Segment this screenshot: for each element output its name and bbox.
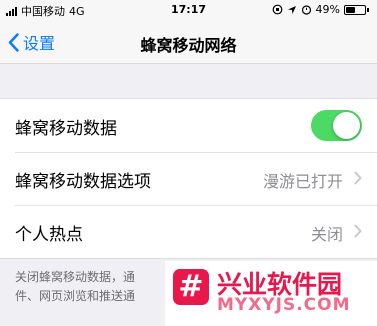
watermark: # 兴业软件园 MYXYJS.COM — [165, 261, 377, 326]
section-footer-text: 关闭蜂窝移动数据，通 件、网页浏览和推送通 — [15, 268, 175, 306]
personal-hotspot-row[interactable]: 个人热点 关闭 — [0, 205, 377, 258]
page-title: 蜂窝移动网络 — [140, 36, 237, 55]
chevron-right-icon — [354, 171, 362, 185]
orientation-lock-icon — [272, 4, 282, 15]
status-bar: 中国移动 4G 17:17 49% — [0, 0, 377, 20]
settings-group: 蜂窝移动数据 蜂窝移动数据选项 漫游已打开 个人热点 关闭 — [0, 98, 377, 259]
cellular-data-row: 蜂窝移动数据 — [0, 99, 377, 152]
toggle-knob — [333, 112, 360, 139]
cellular-options-label: 蜂窝移动数据选项 — [15, 172, 151, 192]
location-icon — [287, 5, 296, 14]
personal-hotspot-value: 关闭 — [310, 225, 343, 244]
navigation-bar: 设置 蜂窝移动网络 — [0, 20, 377, 64]
chevron-right-icon — [354, 224, 362, 238]
battery-percent: 49% — [315, 3, 340, 16]
footer-line-1: 关闭蜂窝移动数据，通 — [15, 270, 136, 284]
cellular-data-toggle[interactable] — [311, 110, 362, 141]
battery-icon — [344, 4, 366, 15]
footer-line-2: 件、网页浏览和推送通 — [15, 289, 136, 303]
alarm-icon — [301, 5, 311, 15]
cellular-options-row[interactable]: 蜂窝移动数据选项 漫游已打开 — [0, 152, 377, 205]
cellular-data-label: 蜂窝移动数据 — [15, 119, 117, 139]
cellular-options-value: 漫游已打开 — [262, 172, 343, 191]
personal-hotspot-label: 个人热点 — [15, 225, 83, 245]
watermark-logo-icon: # — [173, 269, 209, 305]
watermark-url: MYXYJS.COM — [217, 295, 351, 315]
